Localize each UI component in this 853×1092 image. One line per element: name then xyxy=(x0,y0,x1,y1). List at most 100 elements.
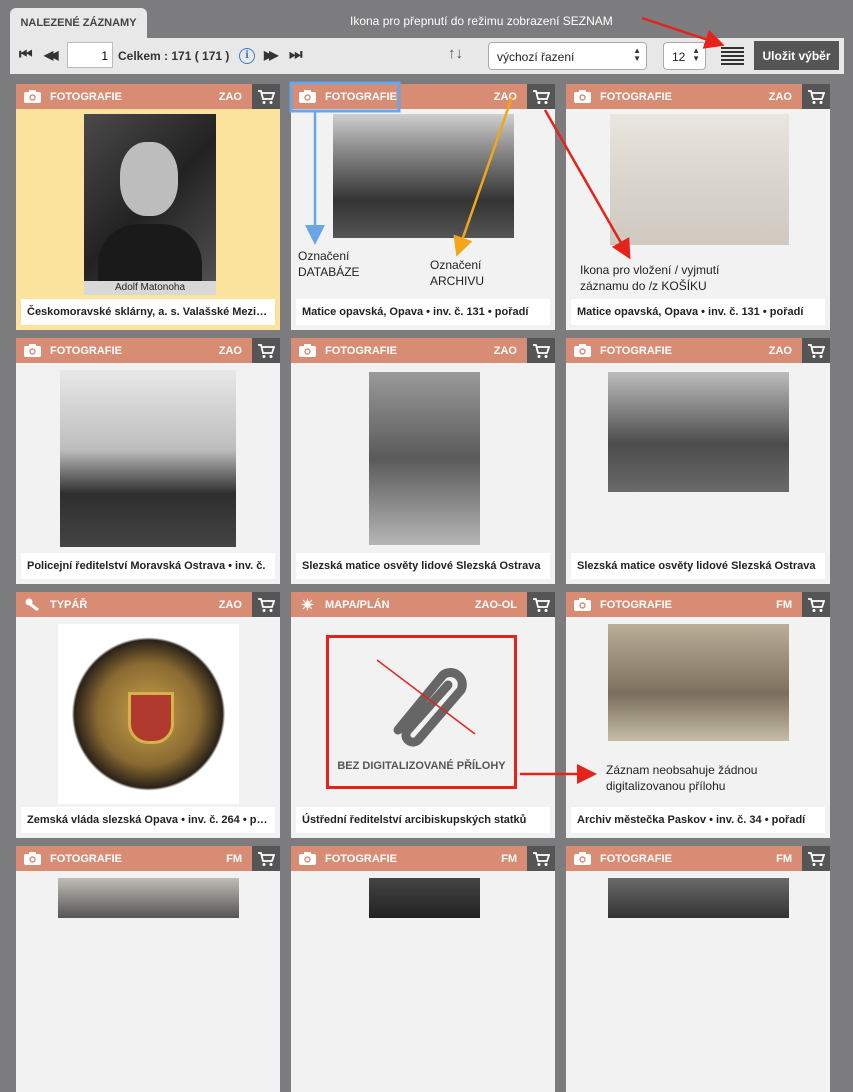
cart-button[interactable] xyxy=(252,846,280,871)
cart-button[interactable] xyxy=(802,846,830,871)
card-archive-code: ZAO-OL xyxy=(474,599,517,611)
cart-icon xyxy=(807,89,825,105)
camera-icon xyxy=(299,90,316,103)
record-thumbnail[interactable] xyxy=(369,878,480,918)
card-caption[interactable]: Matice opavská, Opava • inv. č. 131 • po… xyxy=(296,299,550,325)
record-thumbnail[interactable] xyxy=(58,624,239,804)
card-database-type: FOTOGRAFIE xyxy=(600,345,672,357)
cart-button[interactable] xyxy=(802,84,830,109)
cart-button[interactable] xyxy=(527,338,555,363)
save-selection-button[interactable]: Uložit výběr xyxy=(754,41,839,70)
record-thumbnail[interactable] xyxy=(610,114,789,245)
select-arrows-icon: ▲ ▼ xyxy=(633,46,641,63)
record-thumbnail[interactable]: Adolf Matonoha xyxy=(84,114,216,295)
cart-button[interactable] xyxy=(527,84,555,109)
record-thumbnail[interactable] xyxy=(608,624,789,741)
record-card[interactable]: FOTOGRAFIE ZAO Policejní ředitelství Morav… xyxy=(16,338,280,584)
next-page-icon[interactable]: ▶▶ xyxy=(264,48,279,62)
record-thumbnail[interactable] xyxy=(608,372,789,492)
portrait-face xyxy=(120,142,178,216)
annotation-list-mode: Ikona pro přepnutí do režimu zobrazení S… xyxy=(350,14,613,28)
toolbar: ⏮ ◀◀ 1 Celkem : 171 ( 171 ) i ▶▶ ⏭ ↑↓ vý… xyxy=(10,38,844,74)
card-header: FOTOGRAFIE ZAO xyxy=(16,338,280,363)
camera-icon xyxy=(299,344,316,357)
record-card[interactable]: FOTOGRAFIE ZAO Adolf Matonoha Českomoravské… xyxy=(16,84,280,330)
sort-select-value: výchozí řazení xyxy=(497,50,575,64)
first-page-icon[interactable]: ⏮ xyxy=(19,46,33,63)
tab-found-records[interactable]: NALEZENÉ ZÁZNAMY xyxy=(10,8,147,38)
card-header: TYPÁŘ ZAO xyxy=(16,592,280,617)
record-card[interactable]: FOTOGRAFIE ZAO Slezská matice osvěty lidov… xyxy=(291,338,555,584)
camera-icon xyxy=(299,852,316,865)
cart-icon xyxy=(532,597,550,613)
card-database-type: MAPA/PLÁN xyxy=(325,599,390,611)
last-page-icon[interactable]: ⏭ xyxy=(289,46,303,63)
tab-label: NALEZENÉ ZÁZNAMY xyxy=(20,17,137,29)
card-archive-code: ZAO xyxy=(218,345,242,357)
card-database-type: FOTOGRAFIE xyxy=(325,345,397,357)
list-view-icon[interactable] xyxy=(721,47,744,66)
card-database-type: FOTOGRAFIE xyxy=(600,599,672,611)
record-card[interactable]: MAPA/PLÁN ZAO-OL BEZ DIGITALIZOVANÉ PŘÍLOH… xyxy=(291,592,555,838)
card-header: FOTOGRAFIE ZAO xyxy=(291,338,555,363)
cart-icon xyxy=(807,597,825,613)
record-card[interactable]: FOTOGRAFIE FM Archiv městečka Paskov • inv… xyxy=(566,592,830,838)
cart-button[interactable] xyxy=(802,338,830,363)
record-thumbnail[interactable] xyxy=(369,372,480,545)
per-page-select[interactable]: 12 ▲ ▼ xyxy=(663,42,706,70)
cart-button[interactable] xyxy=(802,592,830,617)
card-caption[interactable]: Policejní ředitelství Moravská Ostrava •… xyxy=(21,553,275,579)
seal-shield xyxy=(128,692,174,744)
record-card[interactable]: FOTOGRAFIE FM xyxy=(16,846,280,1092)
cart-button[interactable] xyxy=(252,338,280,363)
card-database-type: FOTOGRAFIE xyxy=(600,853,672,865)
annotation-cart: Ikona pro vložení / vyjmutí záznamu do /… xyxy=(580,263,720,293)
card-database-type: TYPÁŘ xyxy=(50,599,88,611)
card-caption[interactable]: Slezská matice osvěty lidové Slezská Ost… xyxy=(571,553,825,579)
per-page-value: 12 xyxy=(672,50,686,64)
record-card[interactable]: FOTOGRAFIE FM xyxy=(291,846,555,1092)
record-card[interactable]: TYPÁŘ ZAO Zemská vláda slezská Opava • inv… xyxy=(16,592,280,838)
card-archive-code: ZAO xyxy=(493,91,517,103)
record-thumbnail[interactable] xyxy=(333,114,514,238)
card-archive-code: FM xyxy=(776,853,792,865)
camera-icon xyxy=(574,598,591,611)
photo-label: Adolf Matonoha xyxy=(84,281,216,295)
seal-icon xyxy=(24,598,41,611)
annotation-no-attachment: Záznam neobsahuje žádnou digitalizovanou… xyxy=(606,763,758,793)
record-thumbnail[interactable] xyxy=(58,878,239,918)
card-caption[interactable]: Slezská matice osvěty lidové Slezská Ost… xyxy=(296,553,550,579)
card-database-type: FOTOGRAFIE xyxy=(600,91,672,103)
record-card[interactable]: FOTOGRAFIE FM xyxy=(566,846,830,1092)
select-arrows-icon: ▲ ▼ xyxy=(692,46,700,63)
card-header: FOTOGRAFIE ZAO xyxy=(291,84,555,109)
record-thumbnail[interactable] xyxy=(60,370,236,547)
card-archive-code: FM xyxy=(776,599,792,611)
cart-button[interactable] xyxy=(527,592,555,617)
card-caption[interactable]: Českomoravské sklárny, a. s. Valašské Me… xyxy=(21,299,275,325)
cart-icon xyxy=(532,851,550,867)
sort-select[interactable]: výchozí řazení ▲ ▼ xyxy=(488,42,647,70)
card-caption[interactable]: Matice opavská, Opava • inv. č. 131 • po… xyxy=(571,299,825,325)
page-number-input[interactable]: 1 xyxy=(67,42,113,68)
card-archive-code: ZAO xyxy=(768,345,792,357)
card-header: MAPA/PLÁN ZAO-OL xyxy=(291,592,555,617)
info-icon[interactable]: i xyxy=(239,48,255,64)
card-header: FOTOGRAFIE ZAO xyxy=(566,84,830,109)
card-caption[interactable]: Zemská vláda slezská Opava • inv. č. 264… xyxy=(21,807,275,833)
record-card[interactable]: FOTOGRAFIE ZAO Slezská matice osvěty lidov… xyxy=(566,338,830,584)
card-database-type: FOTOGRAFIE xyxy=(325,91,397,103)
card-archive-code: ZAO xyxy=(218,91,242,103)
annotation-archive: Označení ARCHIVU xyxy=(430,258,485,288)
sort-direction-icon[interactable]: ↑↓ xyxy=(448,45,463,62)
previous-page-icon[interactable]: ◀◀ xyxy=(44,48,59,62)
cart-button[interactable] xyxy=(252,592,280,617)
cart-button[interactable] xyxy=(527,846,555,871)
card-caption[interactable]: Ústřední ředitelství arcibiskupských sta… xyxy=(296,807,550,833)
card-caption[interactable]: Archiv městečka Paskov • inv. č. 34 • po… xyxy=(571,807,825,833)
record-thumbnail[interactable] xyxy=(608,878,789,918)
record-card[interactable]: FOTOGRAFIE ZAO Matice opavská, Opava • inv… xyxy=(291,84,555,330)
cart-icon xyxy=(257,89,275,105)
cart-button[interactable] xyxy=(252,84,280,109)
no-attachment-placeholder: BEZ DIGITALIZOVANÉ PŘÍLOHY xyxy=(326,635,517,789)
